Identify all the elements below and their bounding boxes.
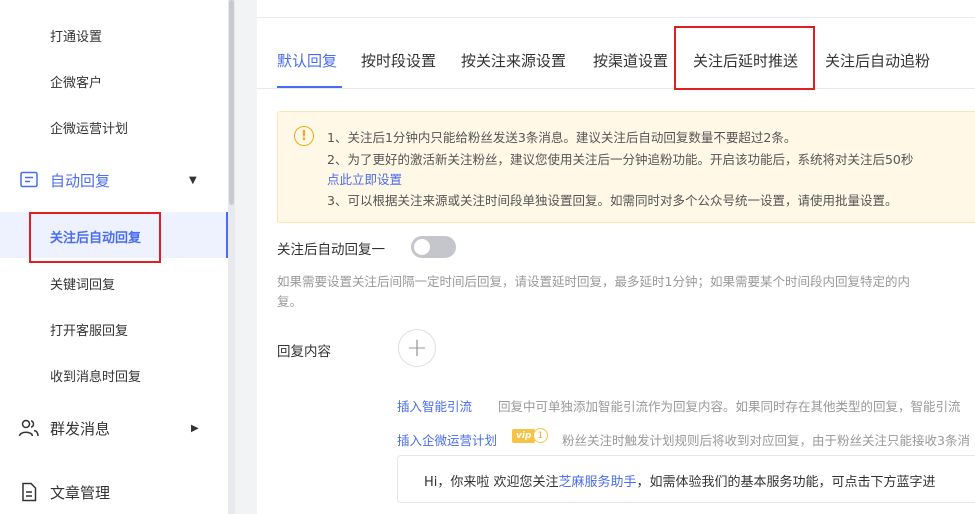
- toggle-knob: [414, 239, 430, 255]
- notice-line-3: 3、可以根据关注来源或关注时间段单独设置回复。如需同时对多个公众号统一设置，请使…: [327, 193, 898, 208]
- notice-line-2: 2、为了更好的激活新关注粉丝，建议您使用关注后一分钟追粉功能。开启该功能后，系统…: [327, 152, 914, 167]
- top-strip: [257, 0, 975, 18]
- insert-plan-desc: 粉丝关注时触发计划规则后将收到对应回复，由于粉丝关注只能接收3条消: [562, 433, 970, 448]
- sidebar-group-label: 群发消息: [50, 419, 111, 438]
- msg-prefix: Hi，你来啦 欢迎您关注: [424, 475, 559, 490]
- sidebar-item-wecom-customers[interactable]: 企微客户: [50, 72, 102, 91]
- notice-setup-link[interactable]: 点此立即设置: [327, 169, 402, 188]
- tab-auto-follow[interactable]: 关注后自动追粉: [825, 50, 930, 71]
- tab-divider: [257, 88, 975, 89]
- hint-line-2: 复。: [277, 294, 303, 309]
- sidebar-group-label: 自动回复: [50, 171, 111, 190]
- caret-right-icon[interactable]: ▶: [191, 423, 199, 434]
- sidebar-item-keyword-reply[interactable]: 关键词回复: [50, 274, 115, 293]
- msg-link[interactable]: 芝麻服务助手: [559, 475, 637, 490]
- sidebar-scrollbar-thumb[interactable]: [229, 0, 234, 205]
- insert-smart-link[interactable]: 插入智能引流: [397, 396, 472, 415]
- sidebar-item-wecom-plan[interactable]: 企微运营计划: [50, 118, 128, 137]
- warning-icon: !: [294, 126, 314, 146]
- sidebar-group-auto-reply[interactable]: 自动回复: [18, 169, 110, 191]
- insert-plan-link[interactable]: 插入企微运营计划: [397, 430, 497, 449]
- sidebar-group-article[interactable]: 文章管理: [18, 481, 110, 503]
- message-square-icon: [18, 169, 40, 191]
- tab-by-time[interactable]: 按时段设置: [361, 50, 436, 71]
- tab-by-channel[interactable]: 按渠道设置: [593, 50, 668, 71]
- vip-level-badge: 1: [533, 428, 548, 443]
- insert-smart-desc: 回复中可单独添加智能引流作为回复内容。如果同时存在其他类型的回复，智能引流: [498, 399, 961, 414]
- notice-line-1: 1、关注后1分钟内只能给粉丝发送3条消息。建议关注后自动回复数量不要超过2条。: [327, 130, 797, 145]
- sidebar-item-message-reply[interactable]: 收到消息时回复: [50, 366, 141, 385]
- sidebar-group-label: 文章管理: [50, 483, 111, 502]
- highlight-box-sidebar: [29, 212, 161, 263]
- vip-badge: vip: [512, 429, 536, 443]
- toggle-label: 关注后自动回复一: [277, 242, 385, 258]
- hint-line-1: 如果需要设置关注后间隔一定时间后回复，请设置延时回复，最多延时1分钟；如果需要某…: [277, 274, 910, 289]
- tab-by-source[interactable]: 按关注来源设置: [461, 50, 566, 71]
- divider-gap: [235, 0, 257, 514]
- reply-message-text: Hi，你来啦 欢迎您关注芝麻服务助手，如需体验我们的基本服务功能，可点击下方蓝字…: [424, 471, 936, 490]
- sidebar-group-mass-message[interactable]: 群发消息: [18, 417, 110, 439]
- reply-content-label: 回复内容: [277, 344, 331, 360]
- users-icon: [18, 417, 40, 439]
- highlight-box-tab: [674, 26, 815, 90]
- tab-default-reply[interactable]: 默认回复: [277, 50, 337, 71]
- tab-active-underline: [277, 86, 342, 88]
- document-icon: [18, 481, 40, 503]
- sidebar-item-connect-settings[interactable]: 打通设置: [50, 26, 102, 45]
- sidebar-item-service-reply[interactable]: 打开客服回复: [50, 320, 128, 339]
- caret-down-icon[interactable]: ▼: [189, 175, 197, 186]
- msg-suffix: ，如需体验我们的基本服务功能，可点击下方蓝字进: [636, 475, 936, 490]
- add-reply-button[interactable]: +: [398, 329, 436, 367]
